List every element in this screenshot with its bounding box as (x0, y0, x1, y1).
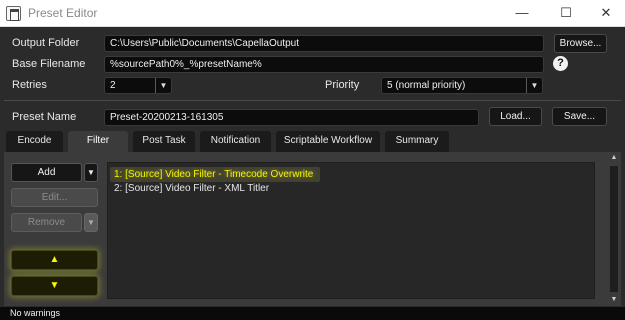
chevron-down-icon[interactable]: ▼ (155, 78, 171, 93)
scrollbar[interactable]: ▲ ▼ (607, 152, 621, 306)
window-title: Preset Editor (28, 6, 98, 20)
base-filename-label: Base Filename (12, 58, 86, 70)
app-icon (6, 6, 21, 21)
list-item[interactable]: 2: [Source] Video Filter - XML Titler (114, 183, 269, 194)
base-filename-field[interactable]: %sourcePath0%_%presetName% (104, 56, 544, 73)
save-button[interactable]: Save... (552, 107, 607, 126)
arrow-down-icon: ▼ (49, 280, 60, 291)
help-icon[interactable]: ? (553, 56, 568, 71)
tab-scriptable-workflow[interactable]: Scriptable Workflow (276, 131, 380, 152)
tab-post-task[interactable]: Post Task (133, 131, 195, 152)
output-folder-label: Output Folder (12, 37, 80, 49)
divider (4, 100, 621, 101)
output-folder-field[interactable]: C:\Users\Public\Documents\CapellaOutput (104, 35, 544, 52)
tab-filter[interactable]: Filter (68, 131, 128, 152)
scroll-up-icon[interactable]: ▲ (607, 152, 621, 164)
priority-select[interactable]: 5 (normal priority) ▼ (381, 77, 543, 94)
preset-name-field[interactable]: Preset-20200213-161305 (104, 109, 479, 126)
load-button[interactable]: Load... (489, 107, 542, 126)
close-button[interactable]: ✕ (584, 0, 625, 27)
status-bar: No warnings (0, 307, 625, 320)
move-up-button[interactable]: ▲ (11, 250, 98, 270)
priority-value: 5 (normal priority) (387, 80, 466, 91)
minimize-button[interactable]: — (500, 0, 544, 27)
edit-button[interactable]: Edit... (11, 188, 98, 207)
filter-list[interactable]: 1: [Source] Video Filter - Timecode Over… (107, 162, 595, 299)
list-item-label: 2: [Source] Video Filter - XML Titler (114, 183, 270, 194)
add-dropdown-button[interactable]: ▼ (84, 163, 98, 182)
browse-button[interactable]: Browse... (554, 34, 607, 53)
list-item[interactable]: 1: [Source] Video Filter - Timecode Over… (110, 167, 320, 182)
title-bar: Preset Editor — ☐ ✕ (0, 0, 625, 27)
arrow-up-icon: ▲ (49, 254, 60, 265)
add-button[interactable]: Add (11, 163, 82, 182)
remove-dropdown-button[interactable]: ▼ (84, 213, 98, 232)
remove-button[interactable]: Remove (11, 213, 82, 232)
retries-value: 2 (110, 80, 116, 91)
tab-summary[interactable]: Summary (385, 131, 449, 152)
retries-label: Retries (12, 79, 47, 91)
tab-encode[interactable]: Encode (6, 131, 63, 152)
move-down-button[interactable]: ▼ (11, 276, 98, 296)
list-item-label: 1: [Source] Video Filter - Timecode Over… (114, 169, 314, 180)
tab-notification[interactable]: Notification (200, 131, 271, 152)
status-text: No warnings (10, 308, 61, 318)
scroll-track[interactable] (610, 166, 618, 292)
maximize-button[interactable]: ☐ (544, 0, 588, 27)
retries-select[interactable]: 2 ▼ (104, 77, 172, 94)
preset-name-label: Preset Name (12, 111, 77, 123)
priority-label: Priority (325, 79, 360, 91)
chevron-down-icon[interactable]: ▼ (526, 78, 542, 93)
scroll-down-icon[interactable]: ▼ (607, 294, 621, 306)
